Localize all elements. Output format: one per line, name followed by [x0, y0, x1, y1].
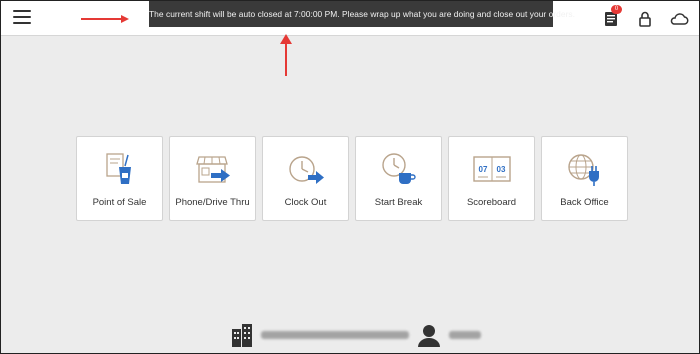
cloud-icon [670, 13, 689, 25]
annotation-arrow-up [280, 34, 292, 76]
clock-arrow-icon [288, 156, 324, 184]
menu-icon[interactable] [13, 10, 31, 26]
tile-scoreboard[interactable]: 07 03 Scoreboard [448, 136, 535, 221]
clock-coffee-icon [381, 153, 416, 184]
globe-plug-icon [567, 154, 599, 186]
shift-close-toast: The current shift will be auto closed at… [149, 1, 575, 27]
score-right: 03 [496, 165, 505, 174]
lock-button[interactable] [635, 9, 655, 29]
tile-label: Phone/Drive Thru [175, 197, 250, 208]
user-icon [418, 325, 440, 347]
app-frame: The current shift will be auto closed at… [0, 0, 700, 354]
tile-label: Clock Out [284, 197, 327, 208]
store-name-redacted [261, 331, 409, 339]
tile-clock-out[interactable]: Clock Out [262, 136, 349, 221]
top-icons: 0 [601, 5, 689, 29]
footer-status [231, 323, 481, 347]
annotation-arrow-right [81, 15, 129, 23]
scoreboard-icon: 07 03 [472, 156, 511, 182]
tile-label: Point of Sale [92, 197, 147, 208]
orders-button[interactable]: 0 [601, 5, 622, 29]
orders-badge: 0 [611, 5, 622, 14]
lock-icon [639, 11, 651, 27]
storefront-arrow-icon [195, 156, 230, 183]
tile-back-office[interactable]: Back Office [541, 136, 628, 221]
tile-label: Start Break [374, 197, 423, 208]
tile-phone-drive-thru[interactable]: Phone/Drive Thru [169, 136, 256, 221]
building-icon [232, 324, 252, 347]
cloud-button[interactable] [669, 9, 689, 29]
tile-label: Back Office [560, 197, 609, 208]
tile-start-break[interactable]: Start Break [355, 136, 442, 221]
app-tiles: Point of Sale Phone/Drive Thru Clock Out… [76, 136, 628, 221]
tile-point-of-sale[interactable]: Point of Sale [76, 136, 163, 221]
user-name-redacted [449, 331, 481, 339]
score-left: 07 [478, 165, 487, 174]
tile-label: Scoreboard [466, 197, 517, 208]
top-bar: The current shift will be auto closed at… [1, 1, 699, 36]
drink-receipt-icon [105, 153, 131, 184]
